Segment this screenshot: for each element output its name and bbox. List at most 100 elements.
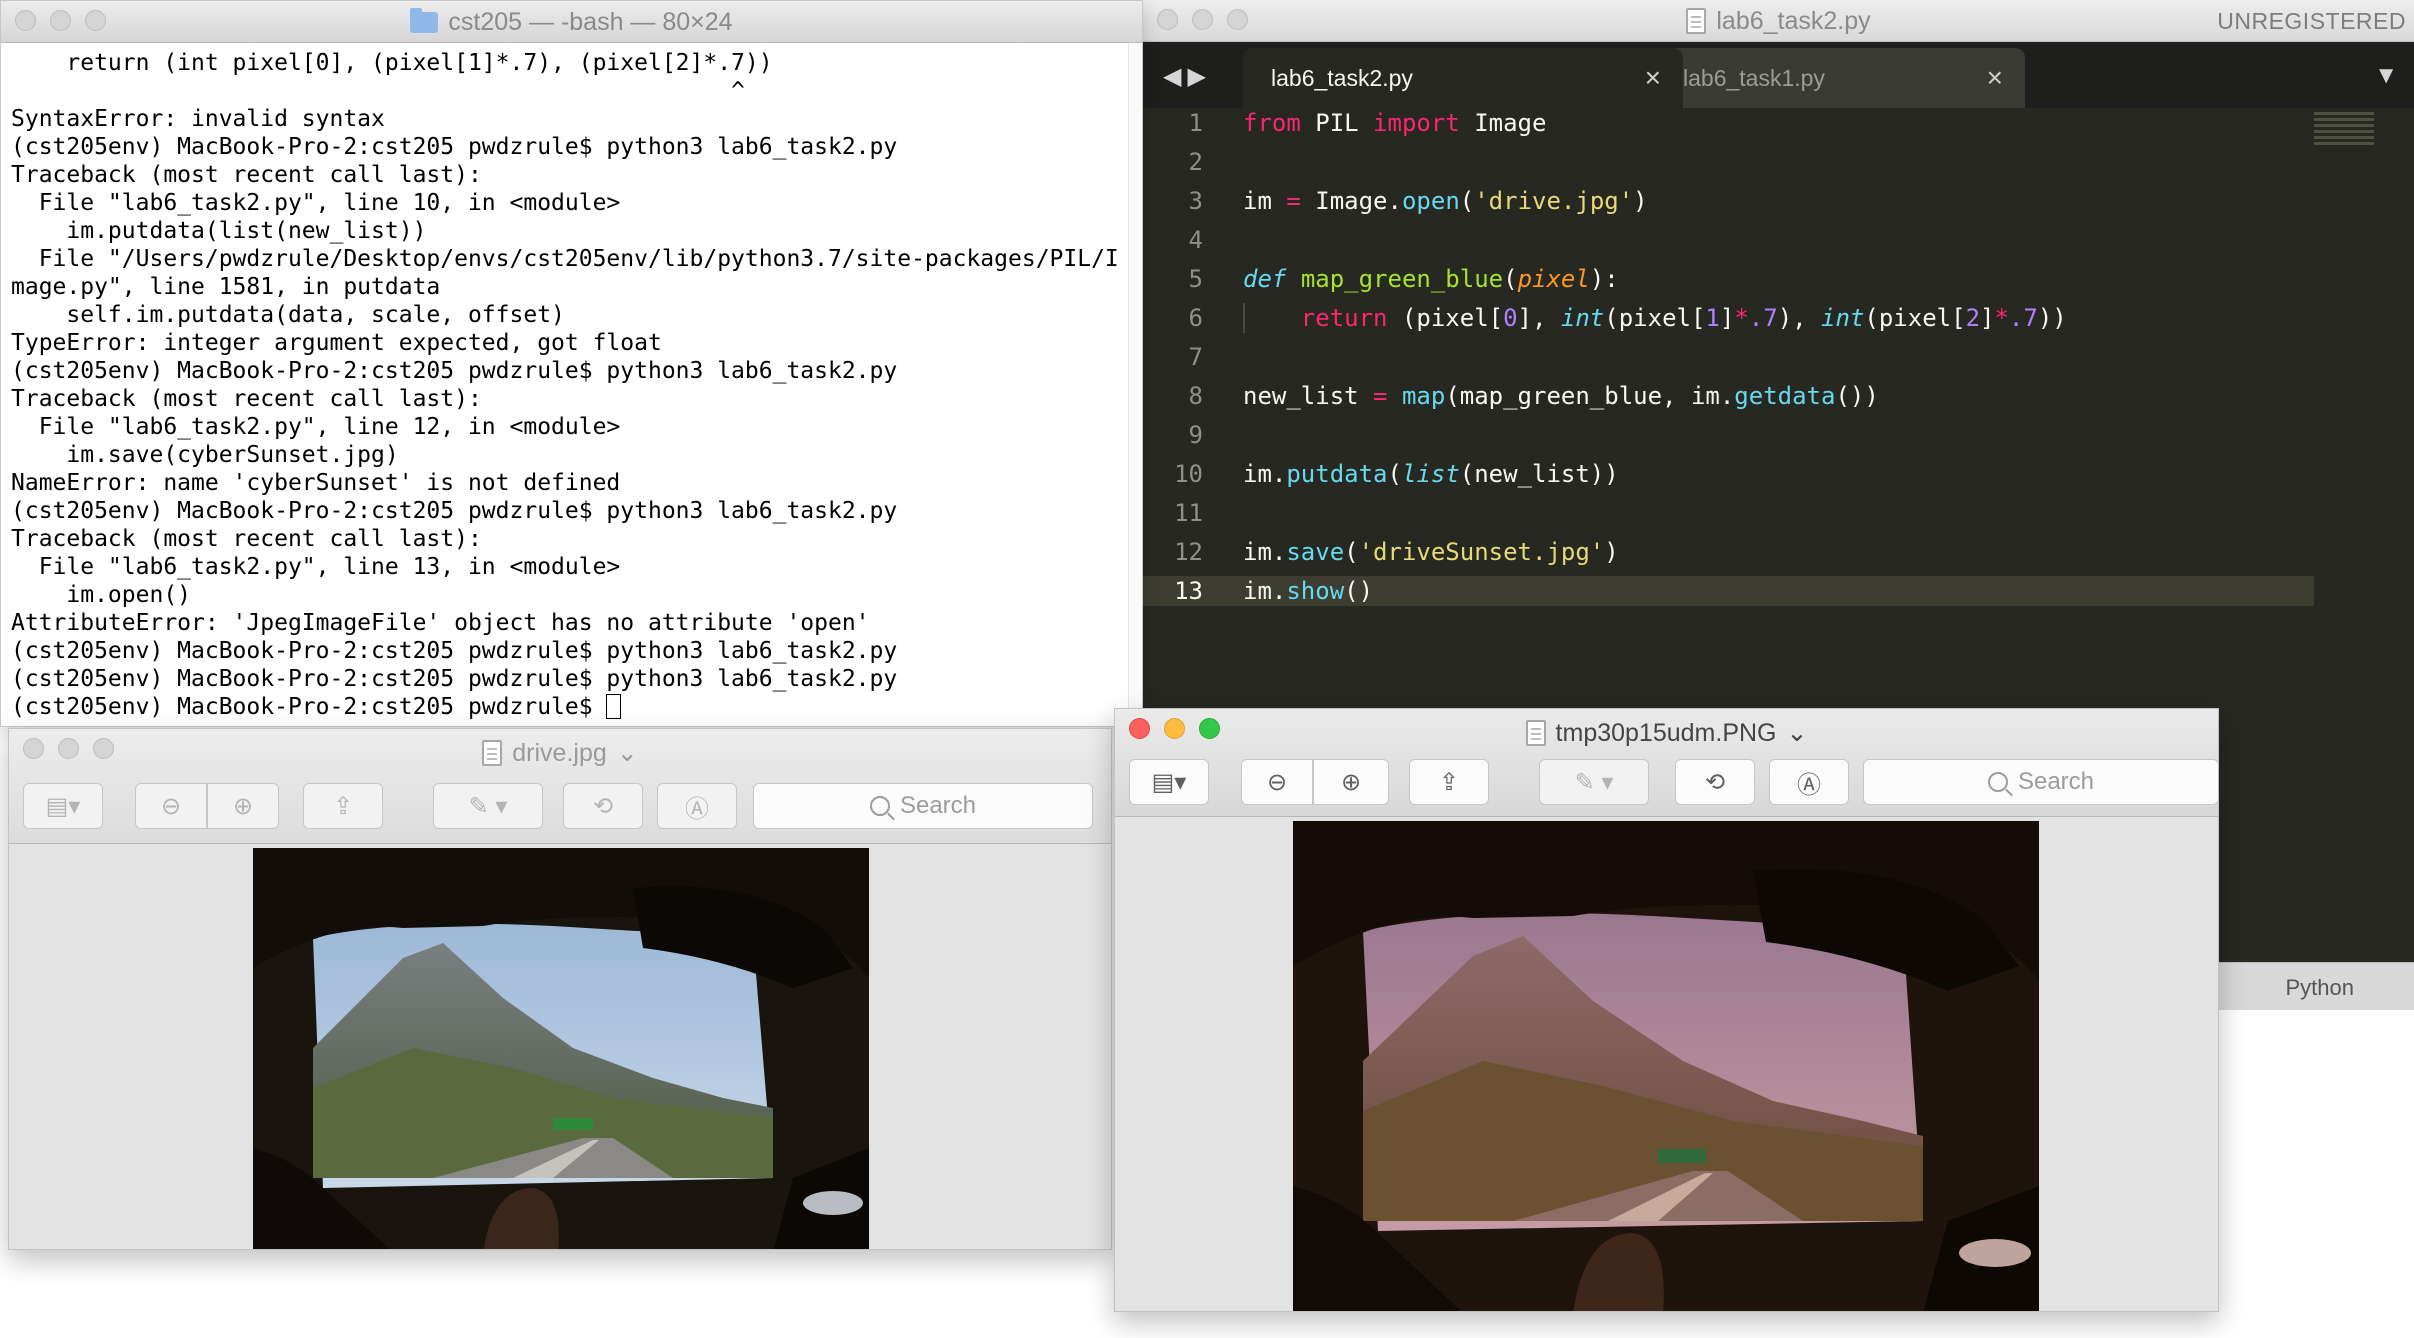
code-line[interactable]: 9 [1143, 420, 2414, 450]
sidebar-icon: ▤▾ [45, 792, 81, 820]
code-token: (pixel[ [1604, 304, 1706, 332]
markup-button[interactable]: ✎ ▾ [433, 783, 543, 829]
code-token: Image [1459, 109, 1547, 137]
code-token: )) [2037, 304, 2067, 332]
zoom-in-button[interactable]: ⊕ [1313, 759, 1389, 805]
code-token: (map_green_blue, im. [1445, 382, 1735, 410]
line-number: 9 [1188, 421, 1203, 449]
sidebar-toggle-button[interactable]: ▤▾ [1129, 759, 1209, 805]
tab-dropdown-icon[interactable]: ▼ [2374, 62, 2398, 90]
tab-navigation[interactable]: ◀▶ [1163, 62, 1212, 91]
search-icon [869, 796, 890, 816]
code-token: im [1243, 187, 1287, 215]
image-canvas [1115, 817, 2218, 1311]
terminal-line: File "lab6_task2.py", line 12, in <modul… [11, 414, 621, 440]
code-token: list [1401, 460, 1460, 488]
code-line[interactable]: 12 im.save('driveSunset.jpg') [1143, 537, 2414, 567]
image-file-icon [1525, 720, 1546, 746]
window-title: cst205 — -bash — 80×24 [1, 1, 1142, 43]
code-line[interactable]: 10 im.putdata(list(new_list)) [1143, 459, 2414, 489]
chevron-left-icon[interactable]: ◀ [1163, 63, 1187, 90]
line-number: 2 [1188, 148, 1203, 176]
code-line[interactable]: 4 [1143, 225, 2414, 255]
zoom-in-button[interactable]: ⊕ [207, 783, 279, 829]
code-token: int [1821, 304, 1865, 332]
share-icon: ⇪ [332, 792, 354, 820]
code-token: ) [1633, 187, 1648, 215]
share-icon: ⇪ [1438, 768, 1460, 796]
zoom-out-button[interactable]: ⊖ [135, 783, 207, 829]
sublime-titlebar[interactable]: lab6_task2.py UNREGISTERED [1143, 0, 2414, 42]
code-line[interactable]: 5 def map_green_blue(pixel): [1143, 264, 2414, 294]
code-token: new_list [1243, 382, 1374, 410]
line-number: 12 [1174, 538, 1203, 566]
code-token: = [1286, 187, 1301, 215]
zoom-out-icon: ⊖ [160, 792, 182, 820]
preview-window-result: tmp30p15udm.PNG ⌄ ▤▾ ⊖ ⊕ ⇪ ✎ ▾ ⟲ Ⓐ Searc… [1114, 708, 2219, 1312]
terminal-line: im.save(cyberSunset.jpg) [11, 442, 399, 468]
terminal-line: NameError: name 'cyberSunset' is not def… [11, 470, 621, 496]
code-line[interactable]: 11 [1143, 498, 2414, 528]
terminal-line: ^ [11, 78, 745, 104]
zoom-out-button[interactable]: ⊖ [1241, 759, 1313, 805]
rotate-button[interactable]: ⟲ [563, 783, 643, 829]
close-tab-icon[interactable]: × [1645, 62, 1661, 94]
rotate-button[interactable]: ⟲ [1675, 759, 1755, 805]
markup-button[interactable]: ✎ ▾ [1539, 759, 1649, 805]
share-button[interactable]: ⇪ [1409, 759, 1489, 805]
chevron-down-icon[interactable]: ⌄ [617, 738, 638, 768]
terminal-line: (cst205env) MacBook-Pro-2:cst205 pwdzrul… [11, 134, 898, 160]
code-text: im.save('driveSunset.jpg') [1243, 537, 1619, 567]
terminal-line: File "lab6_task2.py", line 13, in <modul… [11, 554, 621, 580]
photo-drive-scene [253, 848, 869, 1249]
code-token: () [1344, 577, 1374, 605]
terminal-output[interactable]: return (int pixel[0], (pixel[1]*.7), (pi… [11, 49, 1122, 721]
terminal-line: mage.py", line 1581, in putdata [11, 274, 441, 300]
photo-result [1293, 821, 2039, 1311]
code-text: im.putdata(list(new_list)) [1243, 459, 1619, 489]
code-token: getdata [1734, 382, 1836, 410]
code-token: ], [1517, 304, 1561, 332]
code-token: map [1401, 382, 1446, 410]
search-field[interactable]: Search [1863, 759, 2218, 805]
tab-lab6-task2[interactable]: lab6_task2.py × [1243, 48, 1683, 108]
code-line[interactable]: 2 [1143, 147, 2414, 177]
zoom-in-icon: ⊕ [232, 792, 254, 820]
code-line[interactable]: 7 [1143, 342, 2414, 372]
line-number: 7 [1188, 343, 1203, 371]
window-title[interactable]: drive.jpg ⌄ [9, 729, 1111, 777]
line-number: 13 [1174, 577, 1203, 605]
annotate-button[interactable]: Ⓐ [657, 783, 737, 829]
code-line[interactable]: 6 return (pixel[0], int(pixel[1]*.7), in… [1143, 303, 2414, 333]
code-token: = [1373, 382, 1388, 410]
code-line[interactable]: 3 im = Image.open('drive.jpg') [1143, 186, 2414, 216]
sidebar-toggle-button[interactable]: ▤▾ [23, 783, 103, 829]
search-placeholder: Search [2017, 768, 2095, 795]
syntax-selector[interactable]: Python [2286, 975, 2355, 1001]
close-tab-icon[interactable]: × [1987, 62, 2003, 94]
annotate-button[interactable]: Ⓐ [1769, 759, 1849, 805]
code-token: ( [1344, 538, 1359, 566]
search-field[interactable]: Search [753, 783, 1093, 829]
share-button[interactable]: ⇪ [303, 783, 383, 829]
code-text: new_list = map(map_green_blue, im.getdat… [1243, 381, 1879, 411]
line-number: 3 [1188, 187, 1203, 215]
code-token: import [1373, 109, 1460, 137]
chevron-right-icon[interactable]: ▶ [1187, 63, 1211, 90]
window-title-text: tmp30p15udm.PNG [1555, 718, 1777, 747]
code-token: pixel [1517, 265, 1590, 293]
terminal-titlebar[interactable]: cst205 — -bash — 80×24 [1, 1, 1142, 43]
terminal-scrollbar[interactable] [1128, 43, 1142, 726]
image-file-icon [482, 740, 503, 766]
code-line[interactable]: 13 im.show() [1143, 576, 2414, 606]
line-number: 10 [1174, 460, 1203, 488]
tab-lab6-task1[interactable]: lab6_task1.py × [1655, 48, 2025, 108]
code-line[interactable]: 1 from PIL import Image [1143, 108, 2414, 138]
code-token: PIL [1300, 109, 1374, 137]
toolbar-buttons: ▤▾ ⊖ ⊕ ⇪ ✎ ▾ ⟲ Ⓐ Search [23, 783, 1103, 829]
code-line[interactable]: 8 new_list = map(map_green_blue, im.getda… [1143, 381, 2414, 411]
window-title[interactable]: tmp30p15udm.PNG ⌄ [1115, 709, 2218, 757]
chevron-down-icon[interactable]: ⌄ [1787, 718, 1808, 748]
